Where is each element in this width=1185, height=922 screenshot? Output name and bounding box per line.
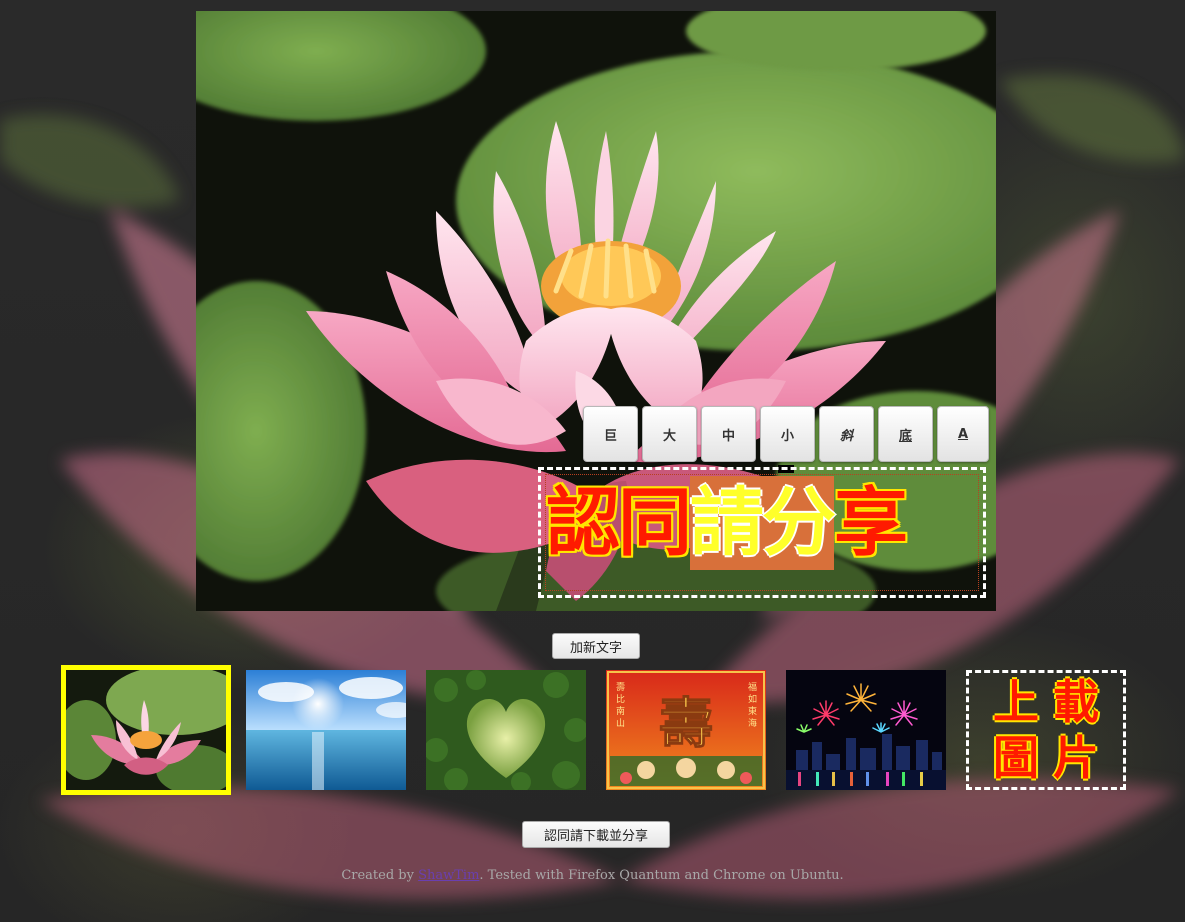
font-size-small-button[interactable]: 小 [760, 406, 815, 462]
thumb-longevity-greeting[interactable]: 壽 壽比南山 福如東海 [606, 670, 766, 790]
svg-text:福: 福 [748, 681, 757, 693]
add-text-button[interactable]: 加新文字 [552, 633, 640, 659]
upload-label-line2: 圖片 [993, 731, 1113, 785]
svg-text:海: 海 [748, 717, 757, 729]
thumb-fireworks-city[interactable] [786, 670, 946, 790]
svg-text:東: 東 [748, 705, 757, 717]
italic-button[interactable]: 斜 [819, 406, 874, 462]
text-style-toolbar: 巨 大 中 小 斜 底 A [583, 406, 989, 462]
svg-text:南: 南 [616, 705, 625, 717]
background-toggle-button[interactable]: 底 [878, 406, 933, 462]
overlay-text-part1: 認同 [546, 480, 692, 566]
footer-prefix: Created by [341, 868, 419, 883]
download-share-button[interactable]: 認同請下載並分享 [522, 821, 670, 848]
font-size-medium-button[interactable]: 中 [701, 406, 756, 462]
svg-text:壽: 壽 [659, 692, 713, 755]
font-size-large-button[interactable]: 大 [642, 406, 697, 462]
svg-text:山: 山 [616, 718, 625, 729]
upload-image-button[interactable]: 上載 圖片 [966, 670, 1126, 790]
svg-text:比: 比 [616, 693, 625, 705]
font-size-huge-button[interactable]: 巨 [583, 406, 638, 462]
overlay-text-highlighted: 請分 [690, 476, 836, 570]
overlay-text-part3: 享 [834, 480, 908, 566]
text-color-button[interactable]: A [937, 406, 989, 462]
author-link[interactable]: ShawTim [418, 868, 479, 883]
thumb-lotus[interactable] [61, 665, 231, 795]
thumb-ocean-sky[interactable] [246, 670, 406, 790]
footer-suffix: . Tested with Firefox Quantum and Chrome… [479, 868, 844, 883]
svg-text:壽: 壽 [616, 681, 625, 693]
svg-text:如: 如 [748, 693, 757, 705]
footer: Created by ShawTim. Tested with Firefox … [0, 868, 1185, 883]
thumb-heart-foliage[interactable] [426, 670, 586, 790]
upload-label-line1: 上載 [993, 675, 1113, 729]
overlay-text[interactable]: 認同 請分 享 [546, 476, 908, 570]
